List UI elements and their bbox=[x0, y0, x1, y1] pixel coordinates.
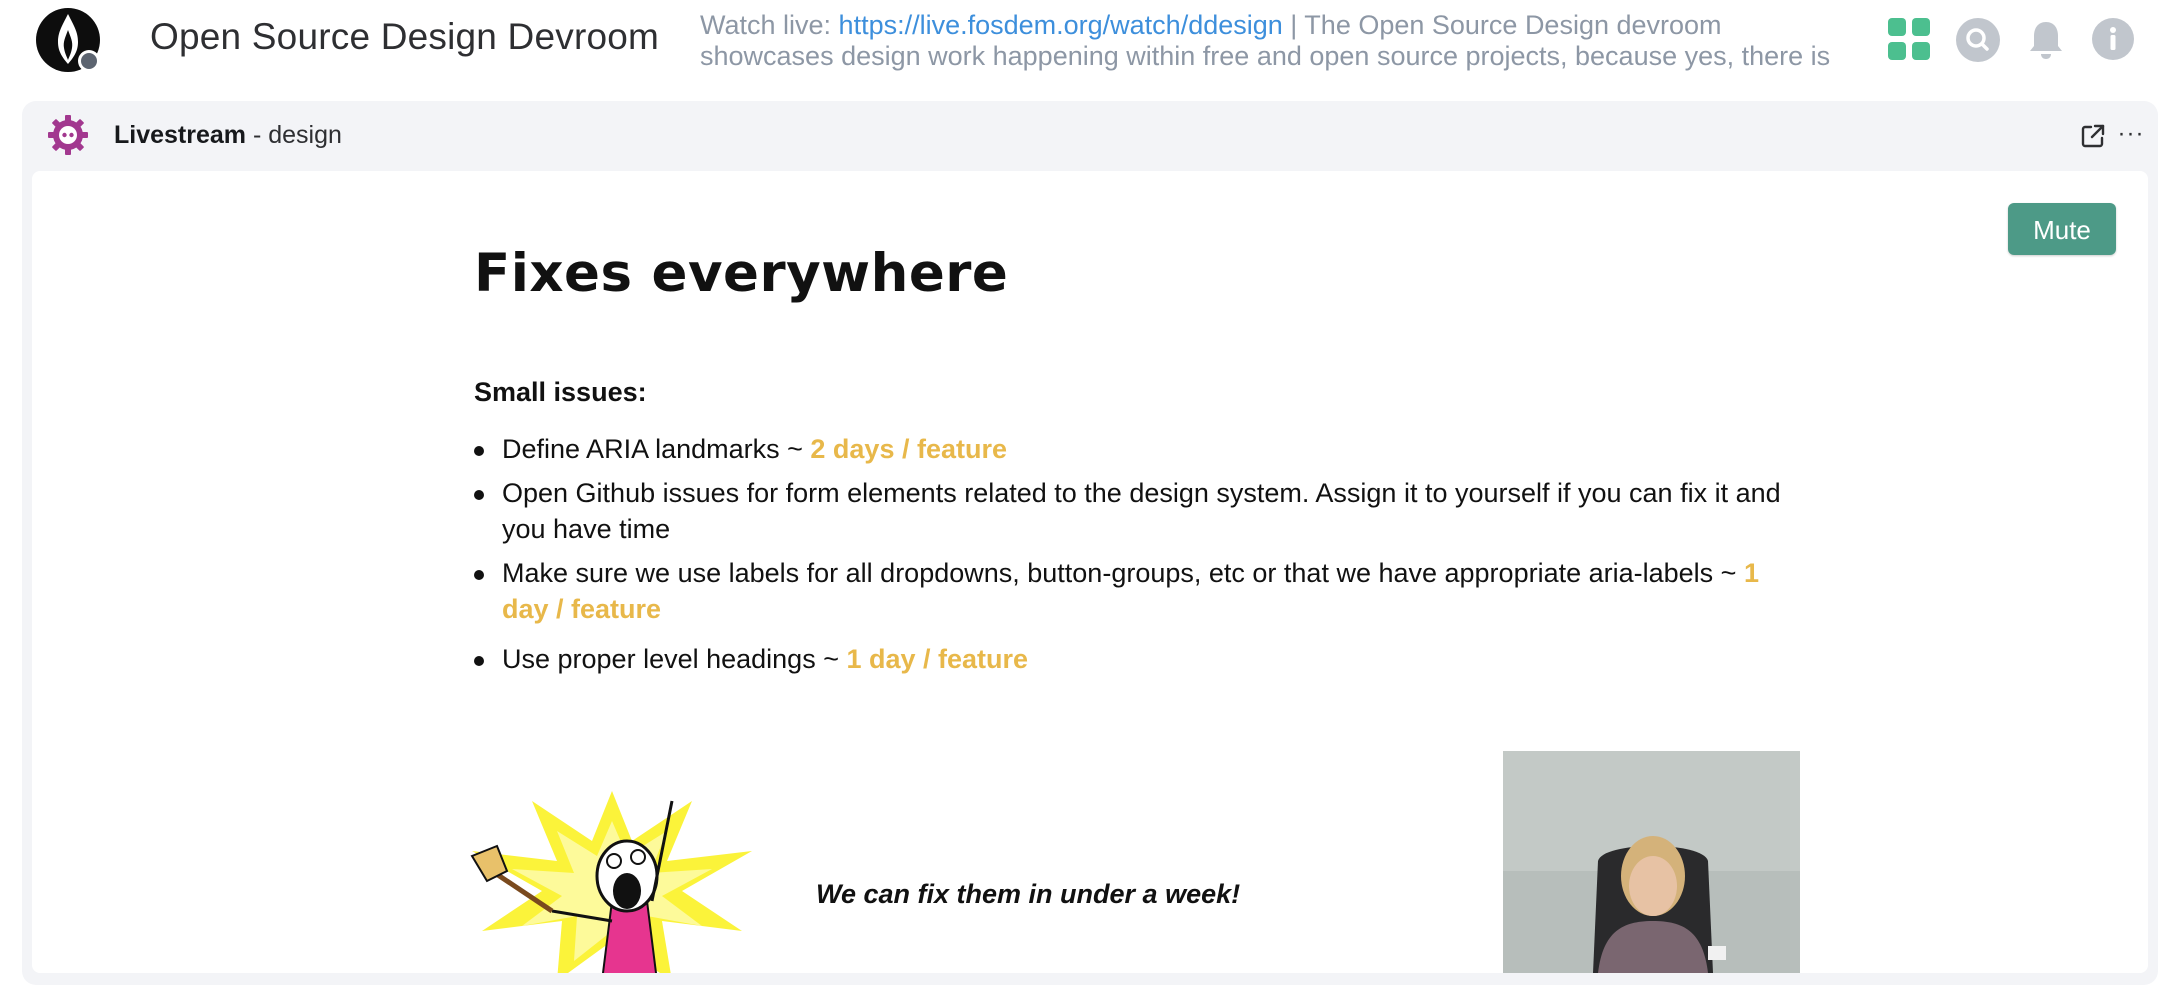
room-topic[interactable]: Watch live: https://live.fosdem.org/watc… bbox=[700, 10, 1860, 72]
more-options-icon[interactable]: ··· bbox=[2116, 121, 2146, 147]
speaker-video-feed bbox=[1503, 751, 1800, 973]
livestream-widget-icon bbox=[48, 115, 88, 155]
mute-button[interactable]: Mute bbox=[2008, 203, 2116, 255]
slide-quote: We can fix them in under a week! bbox=[816, 879, 1241, 909]
topic-prefix: Watch live: bbox=[700, 10, 839, 40]
room-name[interactable]: Open Source Design Devroom bbox=[150, 16, 659, 58]
widget-header: Livestream - design ··· bbox=[22, 101, 2158, 169]
bullet-text: Open Github issues for form elements rel… bbox=[502, 478, 1781, 544]
topic-link[interactable]: https://live.fosdem.org/watch/ddesign bbox=[839, 10, 1283, 40]
search-icon[interactable] bbox=[1956, 18, 2000, 62]
bullet-text: Make sure we use labels for all dropdown… bbox=[502, 558, 1744, 588]
bell-icon[interactable] bbox=[2024, 18, 2068, 62]
widget-name: Livestream bbox=[114, 121, 247, 149]
livestream-widget: Livestream - design ··· Mute Fixes every… bbox=[22, 101, 2158, 985]
info-icon[interactable] bbox=[2092, 18, 2136, 62]
bullet-estimate: 2 days / feature bbox=[810, 434, 1007, 464]
slide-subtitle: Small issues: bbox=[474, 377, 647, 407]
public-room-badge-icon bbox=[78, 50, 100, 72]
widget-title: Livestream - design bbox=[114, 121, 342, 150]
bullet-estimate: 1 day / feature bbox=[846, 644, 1029, 674]
slide-title: Fixes everywhere bbox=[474, 243, 1009, 304]
slide-bullet: Define ARIA landmarks ~ 2 days / feature bbox=[474, 431, 1794, 467]
slide-bullet: Use proper level headings ~ 1 day / feat… bbox=[474, 641, 1794, 677]
bullet-text: Define ARIA landmarks ~ bbox=[502, 434, 811, 464]
slide-bullet-list: Define ARIA landmarks ~ 2 days / feature… bbox=[474, 431, 1794, 685]
room-header: Open Source Design Devroom Watch live: h… bbox=[0, 0, 2162, 100]
widget-subtitle: - design bbox=[246, 121, 342, 149]
popout-icon[interactable] bbox=[2080, 123, 2106, 149]
apps-icon[interactable] bbox=[1888, 18, 1932, 62]
slide-bullet: Make sure we use labels for all dropdown… bbox=[474, 555, 1794, 627]
slide-bullet: Open Github issues for form elements rel… bbox=[474, 475, 1794, 547]
all-the-things-meme-image bbox=[470, 791, 752, 973]
livestream-frame: Mute Fixes everywhere Small issues: Defi… bbox=[32, 171, 2148, 973]
bullet-text: Use proper level headings ~ bbox=[502, 644, 847, 674]
